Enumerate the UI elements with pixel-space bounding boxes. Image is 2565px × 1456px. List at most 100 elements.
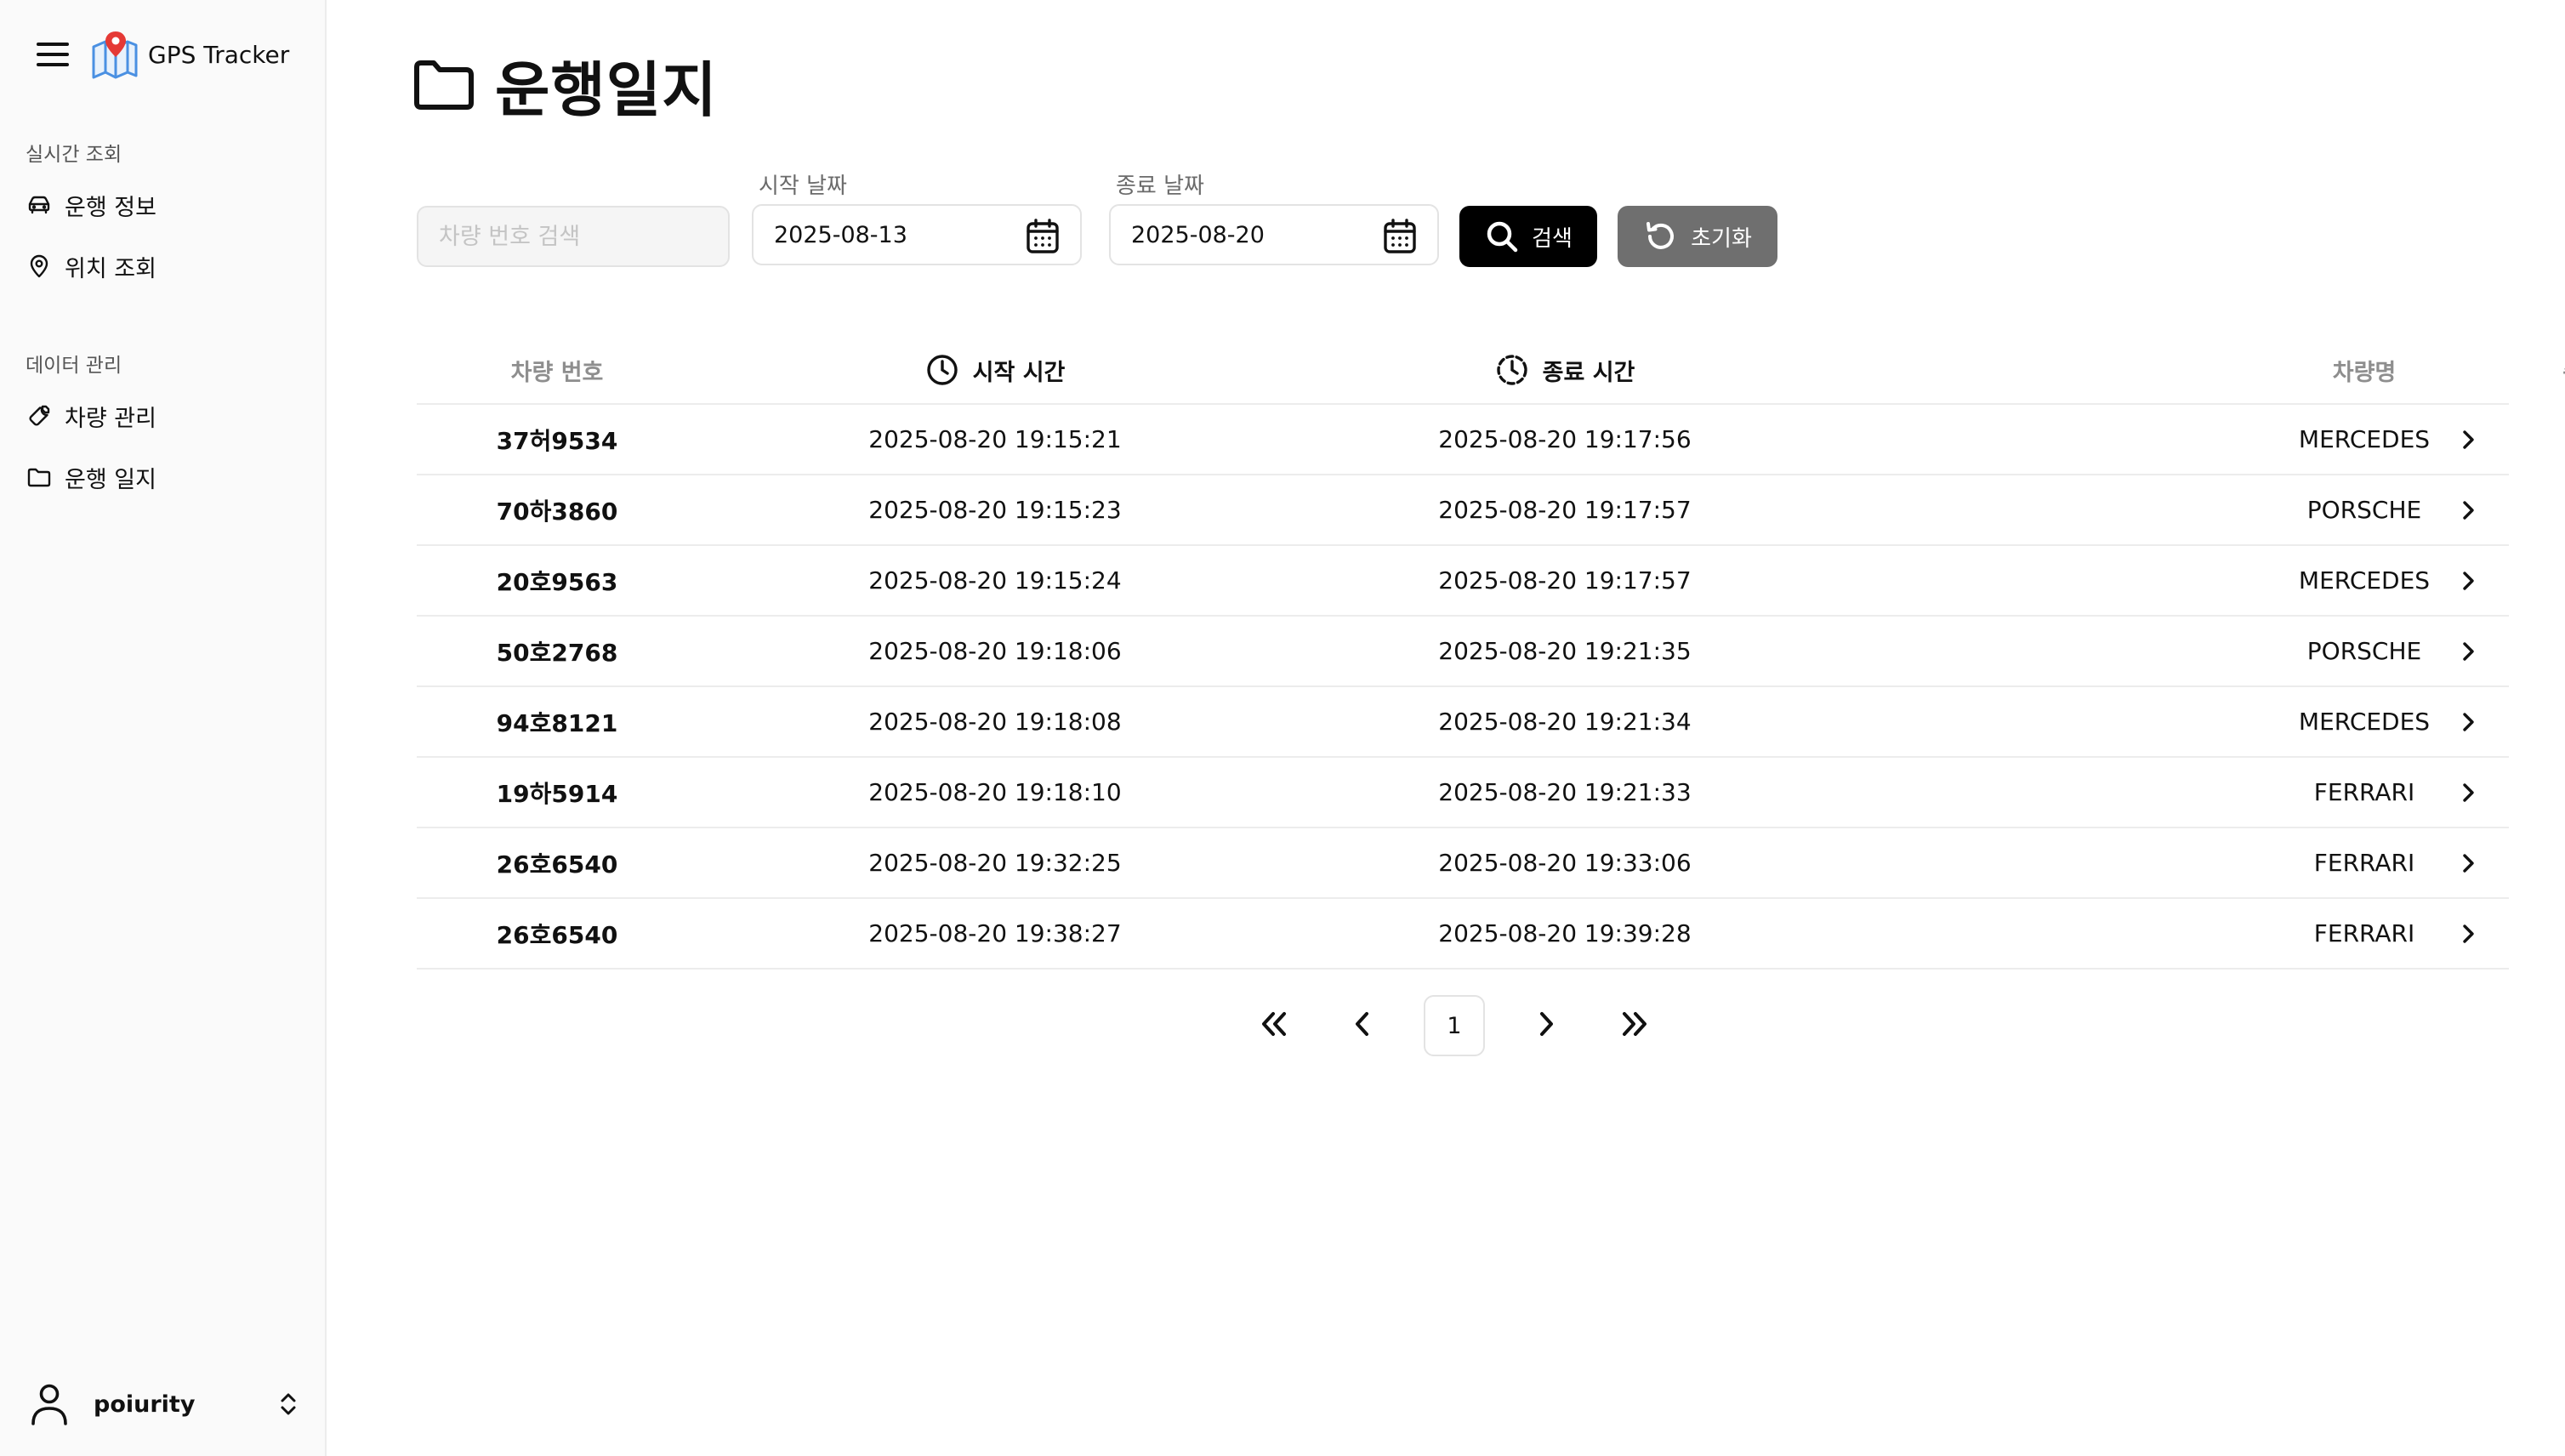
car-icon — [26, 191, 53, 219]
end-time-cell: 2025-08-20 19:17:57 — [1438, 496, 1692, 524]
page-header: 운행일지 — [412, 44, 718, 126]
table-row[interactable]: 26호6540 2025-08-20 19:32:25 2025-08-20 19:… — [417, 828, 2509, 899]
table-row[interactable]: 94호8121 2025-08-20 19:18:08 2025-08-20 19:… — [417, 687, 2509, 758]
start-time-cell: 2025-08-20 19:15:23 — [868, 496, 1122, 524]
table-row[interactable]: 19하5914 2025-08-20 19:18:10 2025-08-20 19:… — [417, 758, 2509, 828]
chevron-right-icon — [1534, 1009, 1558, 1043]
app-name: GPS Tracker — [148, 40, 290, 69]
clock-dashed-icon — [1495, 353, 1529, 387]
sidebar-item-label: 위치 조회 — [65, 255, 156, 282]
total-distance-cell: 2.8 km — [2526, 687, 2565, 756]
vehicle-number-cell: 26호6540 — [496, 920, 618, 949]
previous-page-button[interactable] — [1332, 995, 1393, 1056]
gps-map-logo-icon — [90, 30, 139, 79]
vehicle-name-cell: MERCEDES — [2298, 566, 2431, 594]
wrench-icon — [26, 402, 53, 429]
reset-button-label: 초기화 — [1691, 225, 1752, 252]
user-menu[interactable]: poiurity — [26, 1374, 301, 1434]
sidebar-item-label: 운행 일지 — [65, 466, 156, 493]
chevron-right-icon[interactable] — [2453, 495, 2483, 526]
sidebar-item-label: 차량 관리 — [65, 405, 156, 432]
vehicle-number-cell: 37허9534 — [496, 426, 618, 455]
drive-log-table: 차량 번호 시작 시간 종료 시간 차량명 총 주행거리 — [417, 335, 2565, 970]
column-header-label: 시작 시간 — [972, 359, 1066, 386]
chevron-right-icon[interactable] — [2453, 424, 2483, 455]
table-header: 차량 번호 시작 시간 종료 시간 차량명 총 주행거리 — [417, 335, 2565, 405]
table-row[interactable]: 50호2768 2025-08-20 19:18:06 2025-08-20 19:… — [417, 617, 2509, 687]
vehicle-search-field — [417, 206, 730, 267]
vehicle-name-cell: FERRARI — [2313, 778, 2415, 806]
chevron-right-icon[interactable] — [2453, 848, 2483, 879]
nav-group-label-data: 데이터 관리 — [26, 355, 122, 377]
sidebar-item-label: 운행 정보 — [65, 194, 156, 221]
start-time-cell: 2025-08-20 19:15:21 — [868, 425, 1122, 453]
next-page-button[interactable] — [1516, 995, 1577, 1056]
vehicle-name-cell: MERCEDES — [2298, 708, 2431, 736]
column-header-end-time[interactable]: 종료 시간 — [1412, 335, 1718, 405]
column-header-start-time[interactable]: 시작 시간 — [842, 335, 1148, 405]
vehicle-name-cell: FERRARI — [2313, 919, 2415, 947]
start-time-cell: 2025-08-20 19:38:27 — [868, 919, 1122, 947]
page-title: 운행일지 — [495, 54, 718, 125]
folder-icon — [26, 464, 53, 491]
total-distance-cell: 2.4 km — [2526, 405, 2565, 474]
column-header-vehicle-name: 차량명 — [2332, 359, 2397, 386]
vehicle-name-cell: FERRARI — [2313, 849, 2415, 877]
search-icon — [1484, 219, 1520, 254]
vehicle-number-cell: 70하3860 — [496, 497, 618, 526]
sidebar-item-drive-log[interactable]: 운행 일지 — [26, 455, 306, 499]
calendar-icon[interactable] — [1381, 218, 1419, 255]
end-time-cell: 2025-08-20 19:21:33 — [1438, 778, 1692, 806]
chevron-right-icon[interactable] — [2453, 777, 2483, 808]
vehicle-name-cell: MERCEDES — [2298, 425, 2431, 453]
last-page-button[interactable] — [1604, 995, 1665, 1056]
vehicle-number-cell: 94호8121 — [496, 708, 618, 737]
end-time-cell: 2025-08-20 19:39:28 — [1438, 919, 1692, 947]
total-distance-cell: 2.5 km — [2526, 475, 2565, 544]
current-page-button[interactable]: 1 — [1424, 995, 1485, 1056]
total-distance-cell: 2.0 km — [2526, 546, 2565, 615]
end-time-cell: 2025-08-20 19:17:57 — [1438, 566, 1692, 594]
chevron-right-icon[interactable] — [2453, 707, 2483, 737]
end-time-cell: 2025-08-20 19:21:35 — [1438, 637, 1692, 665]
first-page-button[interactable] — [1243, 995, 1305, 1056]
vehicle-number-search-input[interactable] — [418, 223, 728, 250]
total-distance-cell: 3.1 km — [2526, 617, 2565, 685]
vehicle-number-cell: 50호2768 — [496, 638, 618, 667]
table-row[interactable]: 37허9534 2025-08-20 19:15:21 2025-08-20 19:… — [417, 405, 2509, 475]
user-icon — [26, 1380, 73, 1428]
start-date-field — [752, 204, 1082, 265]
end-date-label: 종료 날짜 — [1116, 173, 1204, 199]
search-button-label: 검색 — [1532, 225, 1573, 252]
start-time-cell: 2025-08-20 19:18:06 — [868, 637, 1122, 665]
chevron-right-icon[interactable] — [2453, 636, 2483, 667]
column-header-label: 종료 시간 — [1542, 359, 1635, 386]
vehicle-name-cell: PORSCHE — [2306, 637, 2422, 665]
start-date-label: 시작 날짜 — [759, 173, 847, 199]
menu-icon[interactable] — [34, 36, 71, 73]
sidebar: GPS Tracker 실시간 조회 운행 정보 위치 조회 데이터 관리 차량… — [0, 0, 327, 1456]
sidebar-item-location[interactable]: 위치 조회 — [26, 244, 306, 288]
chevron-right-icon[interactable] — [2453, 919, 2483, 949]
table-row[interactable]: 26호6540 2025-08-20 19:38:27 2025-08-20 19:… — [417, 899, 2509, 970]
search-button[interactable]: 검색 — [1459, 206, 1597, 267]
folder-icon — [412, 53, 476, 117]
sidebar-item-vehicle-management[interactable]: 차량 관리 — [26, 394, 306, 438]
end-time-cell: 2025-08-20 19:21:34 — [1438, 708, 1692, 736]
total-distance-cell: 1.1 km — [2526, 828, 2565, 897]
end-date-field — [1109, 204, 1439, 265]
map-pin-icon — [26, 253, 53, 280]
chevron-right-icon[interactable] — [2453, 566, 2483, 596]
sidebar-item-drive-info[interactable]: 운행 정보 — [26, 183, 306, 227]
vehicle-number-cell: 20호9563 — [496, 567, 618, 596]
total-distance-cell: 1.8 km — [2526, 899, 2565, 968]
calendar-icon[interactable] — [1024, 218, 1061, 255]
user-name: poiurity — [94, 1391, 196, 1418]
table-row[interactable]: 20호9563 2025-08-20 19:15:24 2025-08-20 19:… — [417, 546, 2509, 617]
start-time-cell: 2025-08-20 19:18:08 — [868, 708, 1122, 736]
pagination: 1 — [1243, 995, 1665, 1056]
table-row[interactable]: 70하3860 2025-08-20 19:15:23 2025-08-20 19:… — [417, 475, 2509, 546]
end-time-cell: 2025-08-20 19:17:56 — [1438, 425, 1692, 453]
reset-button[interactable]: 초기화 — [1618, 206, 1777, 267]
start-time-cell: 2025-08-20 19:32:25 — [868, 849, 1122, 877]
